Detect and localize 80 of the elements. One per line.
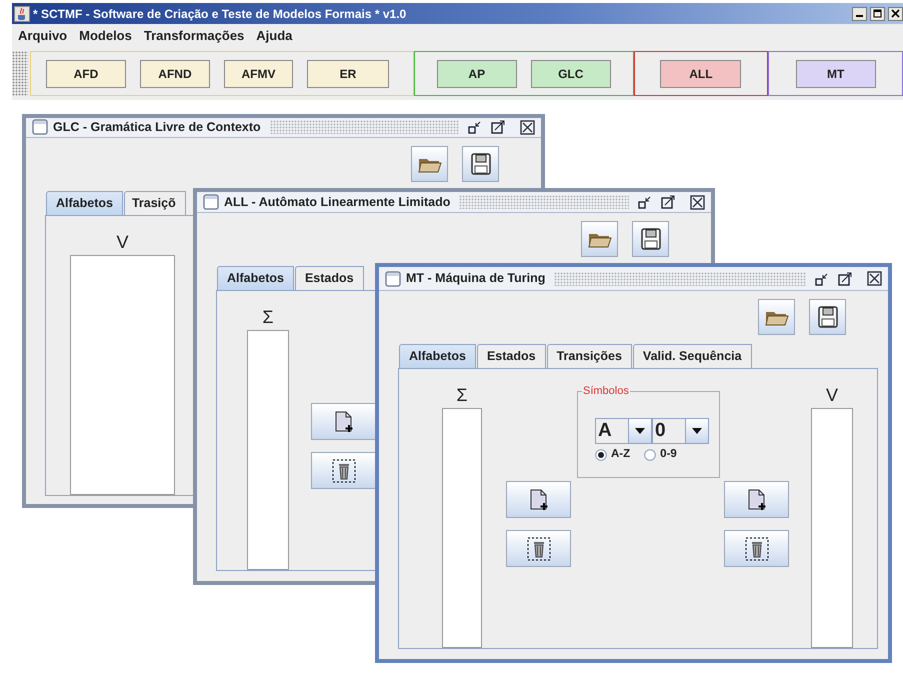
delete-button[interactable] xyxy=(311,452,376,489)
save-button[interactable] xyxy=(632,221,669,257)
list-box[interactable] xyxy=(442,408,482,648)
add-button[interactable] xyxy=(506,481,571,518)
list-label: Σ xyxy=(262,307,274,327)
iconify-icon[interactable] xyxy=(468,120,482,134)
save-button[interactable] xyxy=(809,299,846,335)
new-file-icon xyxy=(334,410,354,432)
maximize-icon[interactable] xyxy=(838,272,852,286)
window-title: MT - Máquina de Turing xyxy=(406,270,546,288)
window-title: ALL - Autômato Linearmente Limitado xyxy=(224,194,450,211)
maximize-icon xyxy=(873,9,882,18)
tab[interactable]: Alfabetos xyxy=(399,344,476,368)
model-button[interactable]: GLC xyxy=(530,60,611,88)
maximize-icon[interactable] xyxy=(661,195,675,209)
symbol-dropdown[interactable]: A xyxy=(595,418,652,444)
model-button[interactable]: MT xyxy=(796,60,876,88)
open-button[interactable] xyxy=(581,221,618,257)
app-title: * SCTMF - Software de Criação e Teste de Modelos Formais * v1.0 xyxy=(33,6,408,22)
delete-button[interactable] xyxy=(506,530,571,567)
save-icon xyxy=(470,152,490,175)
java-cup-icon xyxy=(14,6,30,22)
close-icon[interactable] xyxy=(867,271,882,286)
iconify-icon[interactable] xyxy=(638,195,652,209)
maximize-button[interactable] xyxy=(870,6,885,20)
new-file-icon xyxy=(528,488,548,510)
add-button[interactable] xyxy=(311,403,376,440)
delete-button[interactable] xyxy=(724,530,789,567)
maximize-icon[interactable] xyxy=(491,120,505,134)
window-icon xyxy=(203,194,219,210)
menu-item[interactable]: Modelos xyxy=(79,26,132,46)
tab[interactable]: Alfabetos xyxy=(46,190,123,215)
save-button[interactable] xyxy=(462,146,499,182)
window-icon xyxy=(32,119,48,136)
dropdown-arrow-icon xyxy=(692,428,702,434)
close-icon[interactable] xyxy=(690,194,705,210)
tab[interactable]: Estados xyxy=(294,266,364,290)
open-button[interactable] xyxy=(411,146,448,182)
trash-icon xyxy=(526,536,550,560)
iconify-icon[interactable] xyxy=(815,272,829,286)
radio-button[interactable] xyxy=(595,448,607,461)
window-title: GLC - Gramática Livre de Contexto xyxy=(53,119,261,136)
radio-button[interactable] xyxy=(644,448,656,461)
list-label: V xyxy=(116,232,128,252)
radio-label: A-Z xyxy=(611,447,630,462)
list-label: V xyxy=(826,385,838,405)
tab[interactable]: Estados xyxy=(476,344,546,368)
open-button[interactable] xyxy=(758,299,795,335)
dropdown-arrow-icon xyxy=(635,428,645,434)
list-box[interactable] xyxy=(247,330,289,570)
tab[interactable]: Transições xyxy=(546,344,632,368)
model-button[interactable]: AFND xyxy=(140,60,210,88)
tab[interactable]: Trasiçõ xyxy=(124,190,186,215)
close-button[interactable] xyxy=(888,6,903,20)
close-icon[interactable] xyxy=(520,120,535,135)
save-icon xyxy=(640,228,660,250)
model-button[interactable]: AFMV xyxy=(224,60,293,88)
model-button[interactable]: AFD xyxy=(46,60,126,88)
list-label: Σ xyxy=(456,385,468,405)
toolbar-grip[interactable] xyxy=(12,51,28,96)
radio-label: 0-9 xyxy=(660,447,677,462)
new-file-icon xyxy=(746,488,766,510)
window-icon xyxy=(385,270,401,286)
symbol-dropdown[interactable]: 0 xyxy=(652,418,709,444)
tab[interactable]: Alfabetos xyxy=(217,266,294,290)
menu-item[interactable]: Transformações xyxy=(144,26,244,46)
menu-item[interactable]: Arquivo xyxy=(18,26,68,46)
add-button[interactable] xyxy=(724,481,789,518)
list-box[interactable] xyxy=(70,254,175,495)
trash-icon xyxy=(332,458,356,482)
model-button[interactable]: ER xyxy=(306,60,389,88)
save-icon xyxy=(818,306,838,328)
trash-icon xyxy=(744,536,768,560)
minimize-button[interactable] xyxy=(852,6,867,20)
close-icon xyxy=(891,9,900,18)
model-button[interactable]: ALL xyxy=(660,60,742,88)
tab[interactable]: Valid. Sequência xyxy=(632,344,752,368)
list-box[interactable] xyxy=(811,408,853,648)
menu-item[interactable]: Ajuda xyxy=(256,26,292,46)
model-button[interactable]: AP xyxy=(436,60,517,88)
